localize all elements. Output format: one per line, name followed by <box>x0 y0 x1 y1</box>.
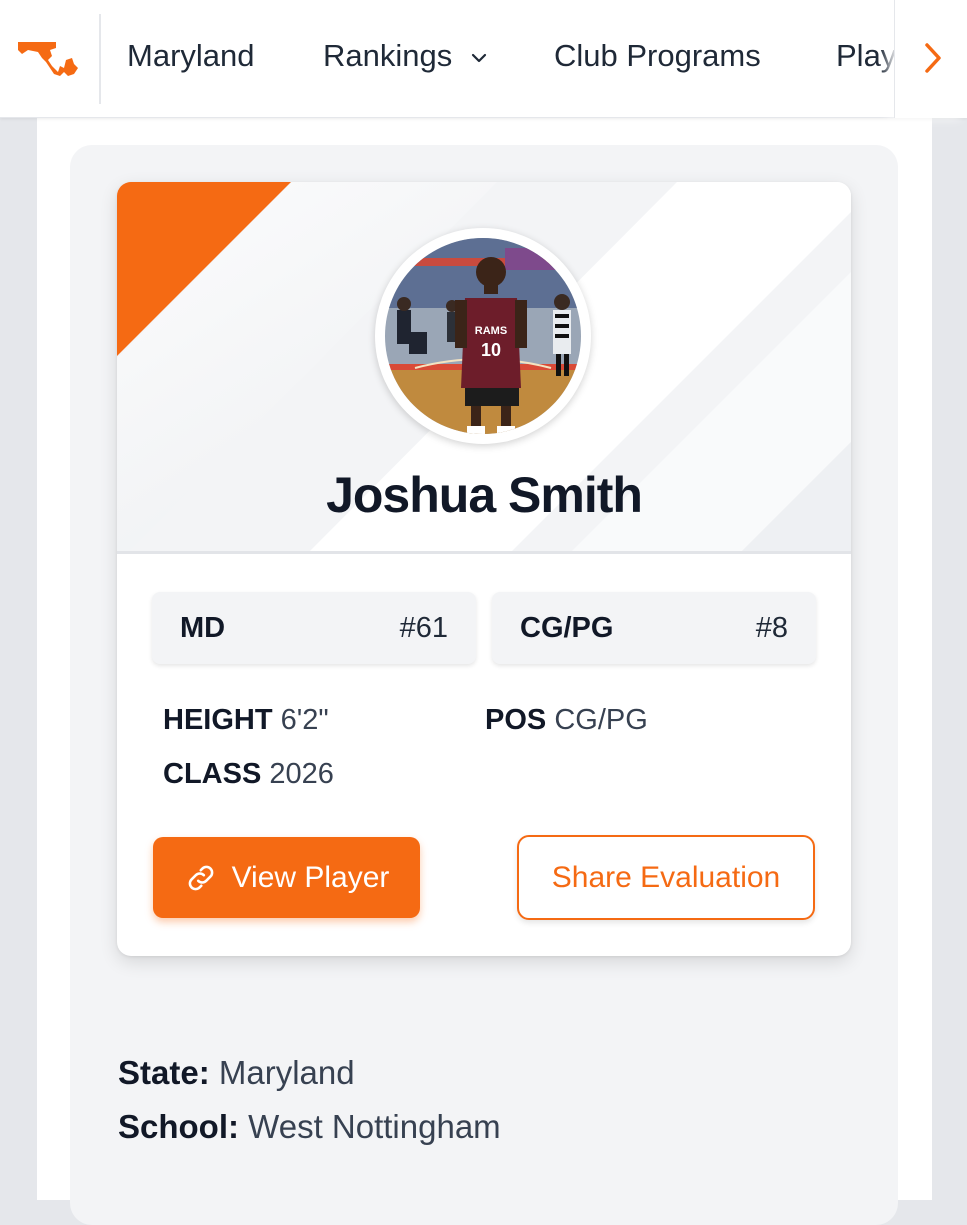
nav-item-rankings[interactable]: Rankings <box>323 36 487 76</box>
nav-item-label: Rankings <box>323 38 453 73</box>
state-detail-label: State: <box>118 1054 210 1091</box>
position-rank-value: #8 <box>755 612 788 644</box>
player-avatar-frame: RAMS 10 <box>375 228 591 444</box>
state-rank-badge: MD #61 <box>152 592 476 664</box>
chevron-right-icon <box>925 43 941 73</box>
top-navigation: Maryland Rankings Club Programs Play <box>0 0 967 118</box>
link-icon <box>188 865 213 890</box>
class-attribute: CLASS 2026 <box>163 758 334 791</box>
nav-item-label: Club Programs <box>554 38 761 73</box>
share-evaluation-button[interactable]: Share Evaluation <box>517 835 815 920</box>
state-detail-value: Maryland <box>218 1054 355 1091</box>
player-name: Joshua Smith <box>326 467 643 523</box>
view-player-label: View Player <box>231 860 390 894</box>
jersey-number-text: 10 <box>481 340 501 360</box>
nav-item-label: Maryland <box>127 38 255 73</box>
nav-item-maryland[interactable]: Maryland <box>127 36 255 76</box>
logo-divider <box>99 14 101 104</box>
position-attribute: POS CG/PG <box>485 704 648 737</box>
nav-item-label: Play <box>836 38 894 73</box>
school-detail: School: West Nottingham <box>118 1108 501 1146</box>
position-label: POS <box>485 704 547 736</box>
position-value: CG/PG <box>554 704 648 736</box>
nav-scroll-right-button[interactable] <box>894 0 967 118</box>
position-rank-badge: CG/PG #8 <box>492 592 816 664</box>
class-value: 2026 <box>269 758 334 790</box>
school-detail-value: West Nottingham <box>248 1108 501 1145</box>
height-label: HEIGHT <box>163 704 273 736</box>
maryland-state-icon[interactable] <box>16 38 80 76</box>
player-card: RAMS 10 Joshua Smith MD #61 CG/PG #8 HEI… <box>117 182 851 956</box>
state-detail: State: Maryland <box>118 1054 355 1092</box>
player-avatar: RAMS 10 <box>385 238 581 434</box>
jersey-team-text: RAMS <box>475 325 507 337</box>
view-player-button[interactable]: View Player <box>153 837 420 918</box>
position-rank-label: CG/PG <box>520 612 614 644</box>
state-rank-value: #61 <box>399 612 448 644</box>
nav-item-club-programs[interactable]: Club Programs <box>554 36 761 76</box>
class-label: CLASS <box>163 758 262 790</box>
share-evaluation-label: Share Evaluation <box>551 860 781 894</box>
height-attribute: HEIGHT 6'2" <box>163 704 329 737</box>
player-card-header: RAMS 10 Joshua Smith <box>117 182 851 554</box>
chevron-down-icon <box>471 53 486 62</box>
school-detail-label: School: <box>118 1108 239 1145</box>
state-rank-label: MD <box>180 612 226 644</box>
height-value: 6'2" <box>280 704 329 736</box>
nav-item-players[interactable]: Play <box>836 36 894 76</box>
player-photo: RAMS 10 <box>385 238 581 434</box>
